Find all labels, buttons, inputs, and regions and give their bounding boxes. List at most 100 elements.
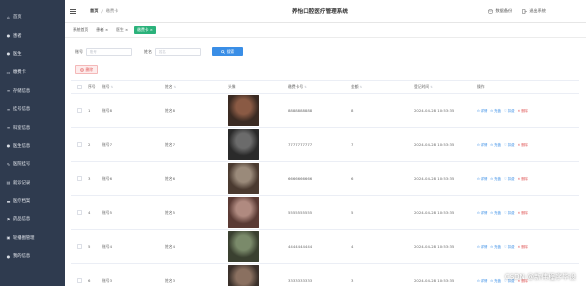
avatar-photo[interactable]	[228, 231, 259, 262]
recharge-icon: ⊙	[490, 278, 494, 283]
cell-account: 账号4	[102, 243, 113, 249]
cell-name: 姓名8	[165, 107, 176, 113]
recharge-button[interactable]: ⊙ 充值	[490, 108, 500, 114]
delete-row-button[interactable]: ✕ 删除	[517, 142, 527, 148]
row-checkbox[interactable]	[77, 176, 82, 181]
detail-button[interactable]: ⊙ 详情	[477, 278, 487, 284]
cell-account: 账号8	[102, 107, 113, 113]
sidebar-item-storage[interactable]: ≡ 存储信息	[0, 82, 65, 100]
avatar-photo[interactable]	[228, 163, 259, 194]
tab-patient[interactable]: 患者 ×	[94, 26, 110, 34]
cell-index: 5	[88, 244, 91, 249]
table-row: 2 账号7 姓名7 7777777777 7 2024-04-28 10:53:35 ⊙ 详情…	[71, 128, 579, 162]
delete-row-button[interactable]: ✕ 删除	[517, 108, 527, 114]
delete-icon: ✕	[517, 244, 521, 249]
user-icon: ●	[6, 253, 11, 259]
name-input[interactable]: 姓名	[155, 47, 201, 56]
tab-home[interactable]: 系统首页	[71, 26, 90, 34]
table-row: 4 账号5 姓名5 5555555555 5 2024-04-28 10:53:35 ⊙ 详情…	[71, 196, 579, 230]
detail-icon: ⊙	[477, 210, 480, 215]
detail-icon: ⊙	[477, 108, 480, 113]
search-bar: 账号 账号 姓名 姓名 搜索	[75, 47, 243, 56]
batch-delete-button[interactable]: 删除	[75, 65, 98, 74]
tab-doctor[interactable]: 医生 ×	[114, 26, 130, 34]
top-bar: 首页 / 缴费卡 养怡口腔医疗管理系统 数据备份 退出系统	[65, 0, 586, 23]
row-checkbox[interactable]	[77, 142, 82, 147]
recharge-button[interactable]: ⊙ 充值	[490, 278, 500, 284]
top-actions: 数据备份 退出系统	[488, 8, 546, 14]
deduct-icon: ♡	[503, 176, 507, 181]
recharge-button[interactable]: ⊙ 充值	[490, 176, 500, 182]
sidebar-item-payment-card[interactable]: ▭ 缴费卡	[0, 63, 65, 81]
breadcrumb-current: 缴费卡	[105, 8, 119, 13]
detail-button[interactable]: ⊙ 详情	[477, 244, 487, 250]
deduct-button[interactable]: ♡ 扣费	[504, 210, 515, 216]
logout-icon	[522, 8, 528, 14]
delete-row-button[interactable]: ✕ 删除	[517, 176, 527, 182]
header-name[interactable]: 姓名⇅	[165, 84, 228, 90]
detail-button[interactable]: ⊙ 详情	[477, 108, 487, 114]
delete-icon: ✕	[517, 108, 521, 113]
sidebar-item-carousel[interactable]: ▣ 轮播图管理	[0, 229, 65, 247]
row-checkbox[interactable]	[77, 108, 82, 113]
main-content: 账号 账号 姓名 姓名 搜索 删除 序号 账号⇅ 姓名⇅ 头像 缴费卡号⇅ 金额…	[65, 38, 586, 286]
sidebar-item-doctor[interactable]: ● 医生	[0, 45, 65, 63]
search-button[interactable]: 搜索	[212, 47, 243, 56]
cell-amount: 6	[351, 176, 354, 181]
sort-icon: ⇅	[359, 85, 363, 89]
tab-payment-card[interactable]: 缴费卡 ×	[134, 26, 156, 34]
detail-button[interactable]: ⊙ 详情	[477, 210, 487, 216]
delete-row-button[interactable]: ✕ 删除	[517, 244, 527, 250]
sidebar-item-home[interactable]: ⌂ 首页	[0, 8, 65, 26]
row-checkbox[interactable]	[77, 210, 82, 215]
tabs-bar: 系统首页 患者 × 医生 × 缴费卡 ×	[65, 23, 586, 38]
select-all-checkbox[interactable]	[77, 84, 82, 90]
row-checkbox[interactable]	[77, 278, 82, 283]
sidebar-item-registration[interactable]: ≡ 挂号信息	[0, 100, 65, 118]
recharge-button[interactable]: ⊙ 充值	[490, 210, 500, 216]
cell-account: 账号6	[102, 175, 113, 181]
account-input[interactable]: 账号	[86, 47, 132, 56]
detail-button[interactable]: ⊙ 详情	[477, 142, 487, 148]
cell-index: 1	[88, 108, 91, 113]
cell-name: 姓名5	[165, 209, 176, 215]
recharge-icon: ⊙	[490, 210, 494, 215]
cell-ops: ⊙ 详情 ⊙ 充值 ♡ 扣费 ✕ 删除	[477, 108, 577, 114]
header-time[interactable]: 登记时间⇅	[414, 84, 477, 90]
deduct-button[interactable]: ♡ 扣费	[503, 176, 515, 182]
sidebar-item-hospital-register[interactable]: ✎ 医院挂号	[0, 155, 65, 173]
sidebar-item-department[interactable]: ≡ 科室信息	[0, 118, 65, 136]
home-icon: ⌂	[7, 14, 10, 20]
avatar-photo[interactable]	[228, 129, 259, 160]
breadcrumb-home[interactable]: 首页	[90, 8, 98, 14]
sidebar-item-label: 科室信息	[13, 125, 31, 131]
cell-name: 姓名6	[165, 175, 176, 181]
backup-button[interactable]: 数据备份	[488, 8, 512, 14]
sidebar-item-drug-info[interactable]: ⚑ 药品信息	[0, 210, 65, 228]
header-account[interactable]: 账号⇅	[102, 84, 165, 90]
detail-button[interactable]: ⊙ 详情	[477, 176, 487, 182]
sort-icon: ⇅	[173, 85, 177, 89]
avatar-photo[interactable]	[228, 95, 259, 126]
detail-icon: ⊙	[477, 176, 480, 181]
header-card-no[interactable]: 缴费卡号⇅	[288, 84, 351, 90]
sidebar-item-visit-record[interactable]: ▤ 就诊记录	[0, 174, 65, 192]
avatar-photo[interactable]	[228, 265, 259, 286]
list-icon: ≡	[6, 125, 11, 131]
recharge-button[interactable]: ⊙ 充值	[490, 142, 500, 148]
delete-row-button[interactable]: ✕ 删除	[517, 210, 527, 216]
deduct-button[interactable]: ♡ 扣费	[504, 108, 515, 114]
deduct-button[interactable]: ♡ 扣费	[503, 244, 515, 250]
recharge-button[interactable]: ⊙ 充值	[490, 244, 500, 250]
header-amount[interactable]: 金额⇅	[351, 84, 414, 90]
logout-button[interactable]: 退出系统	[522, 8, 546, 14]
deduct-button[interactable]: ♡ 扣费	[504, 142, 515, 148]
avatar-photo[interactable]	[228, 197, 259, 228]
sidebar-item-my-info[interactable]: ● 我的信息	[0, 247, 65, 265]
sidebar-item-medical-archive[interactable]: ▬ 医疗档案	[0, 192, 65, 210]
menu-toggle-icon[interactable]	[70, 8, 76, 14]
sidebar-item-patient[interactable]: ● 患者	[0, 26, 65, 44]
deduct-icon: ♡	[503, 244, 507, 249]
row-checkbox[interactable]	[77, 244, 82, 249]
sidebar-item-doctor-info[interactable]: ● 医生信息	[0, 137, 65, 155]
